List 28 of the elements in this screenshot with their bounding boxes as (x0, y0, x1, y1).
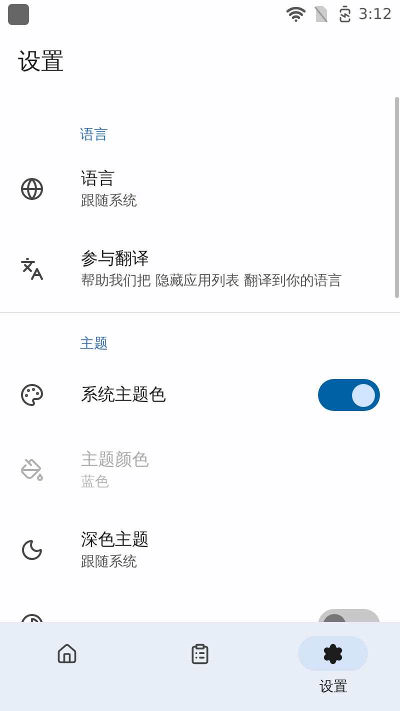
item-subtitle: 帮助我们把 隐藏应用列表 翻译到你的语言 (81, 272, 343, 291)
item-title: 语言 (81, 168, 116, 191)
item-subtitle: 跟随系统 (81, 553, 138, 572)
globe-icon (20, 177, 44, 201)
no-sim-icon (314, 5, 328, 23)
status-time: 3:12 (358, 4, 392, 25)
item-title: 系统主题色 (81, 384, 167, 407)
toggle-switch[interactable] (318, 379, 380, 411)
app-notification-icon (8, 4, 29, 24)
page-title: 设置 (18, 48, 64, 78)
settings-item[interactable]: 语言 跟随系统 (0, 149, 400, 229)
item-title: 深色主题 (81, 529, 150, 552)
item-title: 主题颜色 (81, 449, 150, 472)
settings-item[interactable]: 深色主题 跟随系统 (0, 510, 400, 590)
settings-item[interactable]: 系统主题色 (0, 360, 400, 430)
moon-icon (20, 538, 44, 562)
section-header: 主题 (80, 335, 108, 354)
translate-icon (20, 257, 44, 281)
section-header: 语言 (80, 126, 108, 145)
item-subtitle: 蓝色 (81, 473, 110, 492)
item-subtitle: 跟随系统 (81, 192, 138, 211)
nav-tab[interactable]: 设置 (266, 622, 400, 711)
home-icon (56, 642, 78, 664)
item-title: 参与翻译 (81, 248, 150, 271)
palette-icon (20, 383, 44, 407)
wifi-icon (286, 4, 306, 24)
settings-item[interactable]: 参与翻译 帮助我们把 隐藏应用列表 翻译到你的语言 (0, 229, 400, 309)
paint-bucket-icon (20, 458, 44, 482)
